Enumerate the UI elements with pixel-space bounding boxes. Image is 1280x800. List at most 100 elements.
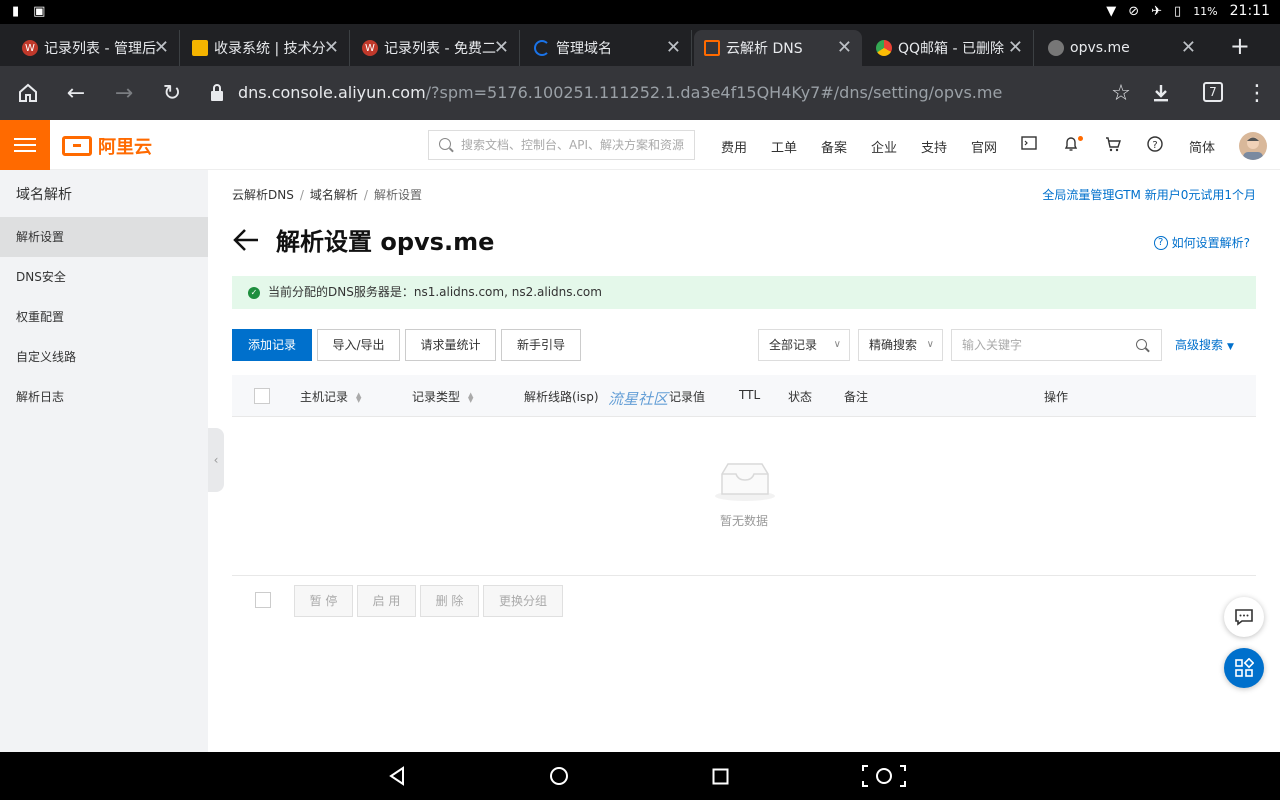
image-icon: ▣ xyxy=(33,4,46,19)
keyword-search-input[interactable]: 输入关键字 xyxy=(951,329,1162,361)
import-export-button[interactable]: 导入/导出 xyxy=(317,329,400,361)
nav-icp[interactable]: 备案 xyxy=(821,137,847,156)
language-switch[interactable]: 简体 xyxy=(1189,137,1215,156)
close-tab-icon[interactable]: ✕ xyxy=(666,37,681,58)
select-all-checkbox[interactable] xyxy=(254,388,270,404)
watermark-text: 流星社区 xyxy=(608,390,669,408)
browser-tab[interactable]: QQ邮箱 - 已删除 ✕ xyxy=(866,30,1034,66)
enable-button[interactable]: 启 用 xyxy=(357,585,416,617)
help-link[interactable]: ? 如何设置解析? xyxy=(1153,234,1250,251)
sidebar-item-custom-lines[interactable]: 自定义线路 xyxy=(0,337,208,377)
sidebar-item-dns-settings[interactable]: 解析设置 xyxy=(0,217,208,257)
records-table-header: 主机记录 ▲ ▼ 记录类型 ▲ ▼ 解析线路(isp) 记录值 TTL 状态 备注 操作 xyxy=(232,375,1256,417)
col-status: 状态 xyxy=(788,390,813,404)
back-icon[interactable]: ← xyxy=(62,79,90,107)
nav-tickets[interactable]: 工单 xyxy=(771,137,797,156)
url-host: dns.console.aliyun.com xyxy=(238,83,426,102)
nav-support[interactable]: 支持 xyxy=(921,137,947,156)
gtm-promo-link[interactable]: 全局流量管理GTM 新用户0元试用1个月 xyxy=(1042,186,1256,203)
close-tab-icon[interactable]: ✕ xyxy=(837,37,852,58)
change-group-button[interactable]: 更换分组 xyxy=(483,585,563,617)
url-field[interactable]: dns.console.aliyun.com/?spm=5176.100251.… xyxy=(238,83,1002,102)
browser-tab[interactable]: 管理域名 ✕ xyxy=(524,30,692,66)
qq-mail-favicon-icon xyxy=(876,40,892,56)
col-type[interactable]: 记录类型 ▲ ▼ xyxy=(412,388,473,405)
beginner-guide-button[interactable]: 新手引导 xyxy=(501,329,581,361)
caret-down-icon: ▼ xyxy=(1227,342,1234,352)
aliyun-logo[interactable]: 阿里云 xyxy=(62,133,152,159)
col-line: 解析线路(isp) xyxy=(524,390,599,404)
pause-button[interactable]: 暂 停 xyxy=(294,585,353,617)
close-tab-icon[interactable]: ✕ xyxy=(324,37,339,58)
delete-button[interactable]: 删 除 xyxy=(420,585,479,617)
browser-address-bar: ← → ↻ dns.console.aliyun.com/?spm=5176.1… xyxy=(0,66,1280,120)
close-tab-icon[interactable]: ✕ xyxy=(154,37,169,58)
browser-tab[interactable]: 收录系统 | 技术分 ✕ xyxy=(182,30,350,66)
search-mode-select[interactable]: 精确搜索 ∨ xyxy=(858,329,943,361)
nav-home-icon[interactable] xyxy=(549,766,569,786)
bookmark-star-icon[interactable]: ☆ xyxy=(1107,79,1135,107)
avatar[interactable] xyxy=(1239,132,1267,160)
download-icon[interactable] xyxy=(1147,79,1175,107)
more-menu-icon[interactable]: ⋮ xyxy=(1243,79,1271,107)
lock-icon xyxy=(211,84,223,101)
tab-title: 收录系统 | 技术分 xyxy=(214,41,326,57)
tab-switcher-button[interactable]: 7 xyxy=(1203,82,1223,102)
sidebar-collapse-handle[interactable]: ‹ xyxy=(208,428,224,492)
nav-fees[interactable]: 费用 xyxy=(721,137,747,156)
browser-tab[interactable]: W 记录列表 - 管理后 ✕ xyxy=(12,30,180,66)
bulk-select-checkbox[interactable] xyxy=(255,592,271,608)
add-record-button[interactable]: 添加记录 xyxy=(232,329,312,361)
tab-title: 记录列表 - 免费二 xyxy=(384,41,496,57)
record-filter-select[interactable]: 全部记录 ∨ xyxy=(758,329,850,361)
browser-tab[interactable]: opvs.me ✕ xyxy=(1038,30,1206,66)
forward-icon[interactable]: → xyxy=(110,79,138,107)
browser-tab[interactable]: W 记录列表 - 免费二 ✕ xyxy=(352,30,520,66)
tab-title: 云解析 DNS xyxy=(726,41,803,57)
cloud-shell-icon[interactable] xyxy=(1020,136,1038,154)
loading-spinner-icon xyxy=(534,40,550,56)
close-tab-icon[interactable]: ✕ xyxy=(494,37,509,58)
sidebar-item-dns-security[interactable]: DNS安全 xyxy=(0,257,208,297)
tab-title: 管理域名 xyxy=(556,41,612,57)
back-arrow-icon[interactable] xyxy=(232,226,260,254)
col-host-label: 主机记录 xyxy=(300,390,349,404)
nav-enterprise[interactable]: 企业 xyxy=(871,137,897,156)
nav-recents-icon[interactable] xyxy=(712,768,729,785)
global-search-input[interactable]: 搜索文档、控制台、API、解决方案和资源 xyxy=(428,130,695,160)
cart-icon[interactable] xyxy=(1104,136,1122,154)
browser-tab-active[interactable]: 云解析 DNS ✕ xyxy=(694,30,862,66)
url-path: /?spm=5176.100251.111252.1.da3e4f15QH4Ky… xyxy=(425,83,1003,102)
menu-hamburger-icon[interactable] xyxy=(0,120,50,170)
sidebar-item-weight-config[interactable]: 权重配置 xyxy=(0,297,208,337)
quick-apps-button[interactable] xyxy=(1224,648,1264,688)
advanced-search-label: 高级搜索 xyxy=(1175,338,1224,352)
reload-icon[interactable]: ↻ xyxy=(158,79,186,107)
col-actions: 操作 xyxy=(1044,390,1069,404)
nav-official-site[interactable]: 官网 xyxy=(971,137,997,156)
col-host[interactable]: 主机记录 ▲ ▼ xyxy=(300,388,361,405)
sort-icon[interactable]: ▲ ▼ xyxy=(356,391,361,403)
sort-icon[interactable]: ▲ ▼ xyxy=(468,391,473,403)
chevron-down-icon: ∨ xyxy=(833,339,841,350)
feedback-chat-button[interactable] xyxy=(1224,597,1264,637)
nav-back-icon[interactable] xyxy=(388,766,406,786)
request-stats-button[interactable]: 请求量统计 xyxy=(405,329,496,361)
breadcrumb-dns[interactable]: 云解析DNS xyxy=(232,188,294,202)
home-icon[interactable] xyxy=(14,79,42,107)
sidebar: 域名解析 解析设置 DNS安全 权重配置 自定义线路 解析日志 xyxy=(0,170,208,752)
sidebar-item-dns-logs[interactable]: 解析日志 xyxy=(0,377,208,417)
empty-box-icon xyxy=(715,463,775,501)
new-tab-icon[interactable]: + xyxy=(1230,34,1250,58)
help-icon[interactable]: ? xyxy=(1146,136,1164,154)
close-tab-icon[interactable]: ✕ xyxy=(1008,37,1023,58)
advanced-search-toggle[interactable]: 高级搜索 ▼ xyxy=(1175,336,1234,353)
breadcrumb-domain[interactable]: 域名解析 xyxy=(310,188,358,202)
close-tab-icon[interactable]: ✕ xyxy=(1181,37,1196,58)
search-icon[interactable] xyxy=(1136,339,1147,350)
col-ttl: TTL xyxy=(739,388,761,402)
search-mode-value: 精确搜索 xyxy=(869,338,918,352)
notification-dot xyxy=(1078,136,1083,141)
nav-screenshot-icon[interactable] xyxy=(861,764,907,788)
notice-text: 当前分配的DNS服务器是：ns1.alidns.com, ns2.alidns.… xyxy=(268,285,602,299)
